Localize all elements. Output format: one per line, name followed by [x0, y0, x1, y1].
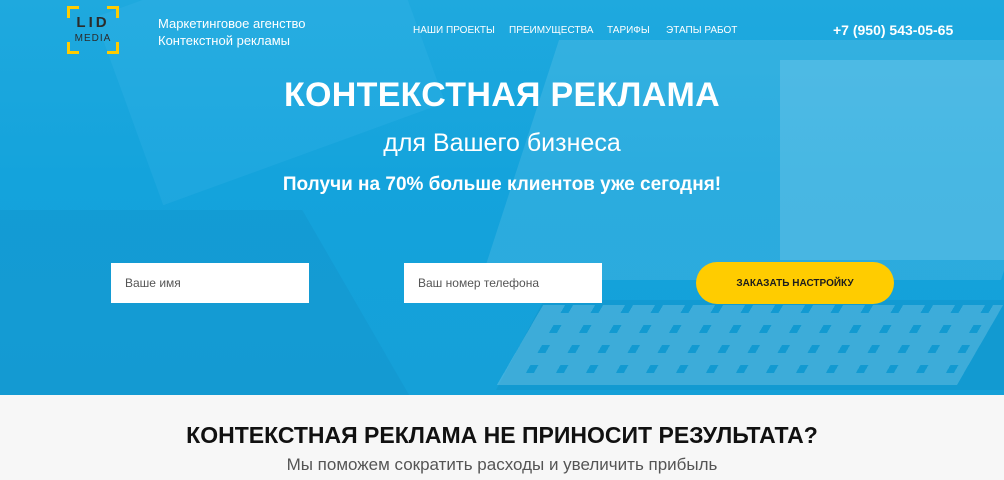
hero-subtitle: для Вашего бизнеса [383, 129, 621, 157]
phone-input[interactable] [404, 263, 602, 303]
nav-link-projects[interactable]: Наши проекты [413, 25, 495, 36]
section-subtitle: Мы поможем сократить расходы и увеличить… [286, 455, 718, 474]
logo-text-top: LID [76, 14, 110, 31]
tagline-line: Маркетинговое агенство [158, 16, 306, 31]
company-tagline: Маркетинговое агенство Контекстной рекла… [158, 15, 306, 49]
nav-link-pricing[interactable]: Тарифы [607, 25, 650, 36]
order-setup-button[interactable]: Заказать настройку [696, 262, 894, 304]
logo[interactable]: LID MEDIA [67, 6, 119, 54]
hero-title: КОНТЕКСТНАЯ РЕКЛАМА [283, 76, 721, 114]
problem-section: КОНТЕКСТНАЯ РЕКЛАМА НЕ ПРИНОСИТ РЕЗУЛЬТА… [0, 395, 1004, 480]
logo-text-bottom: MEDIA [74, 33, 112, 44]
section-title: КОНТЕКСТНАЯ РЕКЛАМА НЕ ПРИНОСИТ РЕЗУЛЬТА… [186, 422, 818, 448]
name-input[interactable] [111, 263, 309, 303]
nav-link-advantages[interactable]: Преимущества [509, 25, 593, 36]
background-keyboard [496, 305, 1004, 385]
phone-number[interactable]: +7 (950) 543-05-65 [833, 22, 953, 38]
tagline-line: Контекстной рекламы [158, 33, 290, 48]
hero-section: LID MEDIA Маркетинговое агенство Контекс… [0, 0, 1004, 395]
nav-link-stages[interactable]: Этапы работ [666, 25, 737, 36]
hero-offer: Получи на 70% больше клиентов уже сегодн… [282, 174, 722, 195]
